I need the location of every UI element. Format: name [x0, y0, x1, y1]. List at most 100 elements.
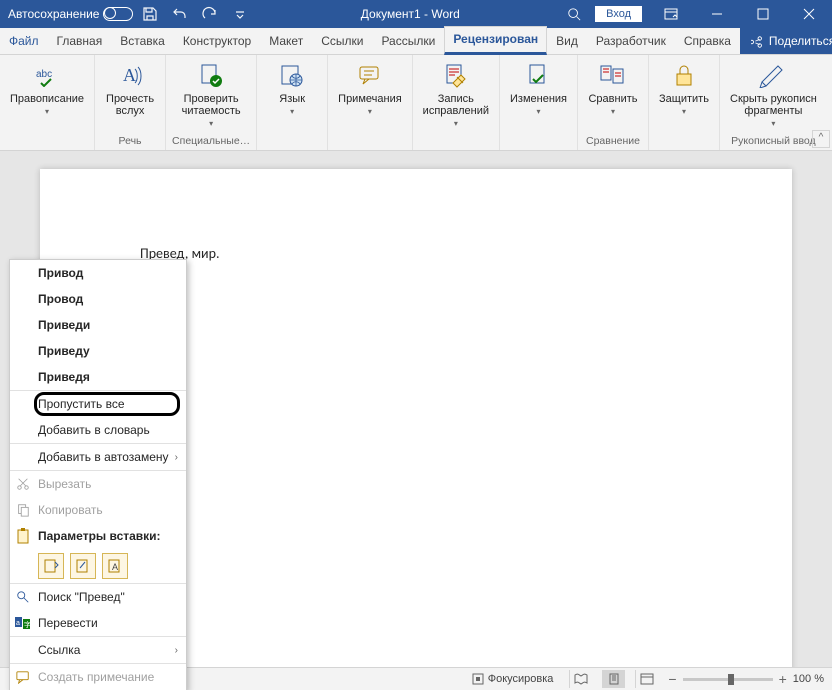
add-to-autocorrect-item[interactable]: Добавить в автозамену ›: [10, 443, 186, 470]
read-aloud-button[interactable]: A Прочесть вслух: [101, 59, 159, 119]
search-label: Поиск "Превед": [38, 590, 125, 604]
svg-text:字: 字: [24, 620, 31, 629]
paste-options-row: A: [10, 549, 186, 583]
group-changes: Изменения ▾: [500, 55, 578, 150]
submenu-arrow-icon: ›: [175, 645, 178, 656]
zoom-in-button[interactable]: +: [779, 671, 787, 687]
maximize-button[interactable]: [740, 0, 786, 28]
track-changes-button[interactable]: Запись исправлений ▾: [419, 59, 493, 130]
share-icon: [751, 35, 765, 49]
tab-view[interactable]: Вид: [547, 28, 587, 54]
language-icon: [276, 61, 308, 91]
search-item[interactable]: Поиск "Превед": [10, 583, 186, 610]
qat-dropdown-icon[interactable]: [227, 0, 253, 28]
read-aloud-label: Прочесть вслух: [106, 93, 154, 117]
share-label: Поделиться: [769, 29, 832, 54]
paste-merge-formatting[interactable]: [70, 553, 96, 579]
minimize-button[interactable]: [694, 0, 740, 28]
collapse-ribbon-icon[interactable]: ^: [812, 130, 830, 148]
clipboard-icon: [14, 527, 32, 545]
group-label: Рукописный ввод: [731, 134, 816, 150]
spellcheck-context-menu: Привод Провод Приведи Приведу Приведя Пр…: [9, 259, 187, 690]
add-to-dictionary-item[interactable]: Добавить в словарь: [10, 417, 186, 443]
paste-keep-formatting[interactable]: [38, 553, 64, 579]
suggestion-4[interactable]: Приведу: [10, 338, 186, 364]
autocorrect-label: Добавить в автозамену: [38, 450, 169, 464]
paste-text-only[interactable]: A: [102, 553, 128, 579]
tab-review[interactable]: Рецензирован: [444, 26, 547, 55]
language-label: Язык: [279, 93, 305, 105]
translate-label: Перевести: [38, 616, 98, 630]
changes-icon: [523, 61, 555, 91]
tab-file[interactable]: Файл: [0, 28, 48, 54]
chevron-down-icon: ▾: [209, 119, 213, 128]
tab-insert[interactable]: Вставка: [111, 28, 174, 54]
group-label: Сравнение: [586, 134, 640, 150]
focus-mode[interactable]: Фокусировка: [466, 673, 560, 685]
redo-icon[interactable]: [197, 0, 223, 28]
suggestion-2[interactable]: Провод: [10, 286, 186, 312]
suggestion-3[interactable]: Приведи: [10, 312, 186, 338]
ribbon: abc Правописание ▾ A Прочесть вслух Речь: [0, 55, 832, 151]
paste-options-label: Параметры вставки:: [10, 523, 186, 549]
save-icon[interactable]: [137, 0, 163, 28]
ribbon-tabs: Файл Главная Вставка Конструктор Макет С…: [0, 28, 832, 55]
protect-button[interactable]: Защитить ▾: [655, 59, 713, 118]
zoom-out-button[interactable]: −: [668, 671, 676, 687]
search-icon[interactable]: [559, 7, 589, 21]
web-layout-view[interactable]: [635, 670, 658, 688]
chevron-down-icon: ▾: [682, 107, 686, 116]
compare-label: Сравнить: [588, 93, 637, 105]
tab-mailings[interactable]: Рассылки: [372, 28, 444, 54]
svg-text:A: A: [112, 562, 118, 572]
lock-icon: [668, 61, 700, 91]
compare-button[interactable]: Сравнить ▾: [584, 59, 642, 118]
svg-text:A: A: [123, 65, 136, 85]
search-icon: [14, 588, 32, 606]
changes-button[interactable]: Изменения ▾: [506, 59, 571, 118]
group-language: Язык ▾: [257, 55, 328, 150]
copy-icon: [14, 501, 32, 519]
hide-ink-label: Скрыть рукописн фрагменты: [730, 93, 817, 117]
zoom-slider[interactable]: [683, 678, 773, 681]
print-layout-view[interactable]: [602, 670, 625, 688]
suggestion-1[interactable]: Привод: [10, 260, 186, 286]
group-protect: Защитить ▾: [649, 55, 720, 150]
tab-references[interactable]: Ссылки: [312, 28, 372, 54]
share-button[interactable]: Поделиться: [740, 28, 832, 54]
comments-button[interactable]: Примечания ▾: [334, 59, 406, 118]
tab-developer[interactable]: Разработчик: [587, 28, 675, 54]
undo-icon[interactable]: [167, 0, 193, 28]
doc-rest: , мир.: [185, 245, 220, 262]
chevron-down-icon: ▾: [536, 107, 540, 116]
track-changes-icon: [440, 61, 472, 91]
autosave-toggle[interactable]: Автосохранение: [8, 7, 133, 21]
titlebar-right: Вход: [559, 0, 832, 28]
read-mode-view[interactable]: [569, 670, 592, 688]
new-comment-item[interactable]: Создать примечание: [10, 663, 186, 690]
hide-ink-button[interactable]: Скрыть рукописн фрагменты ▾: [726, 59, 821, 130]
suggestion-5[interactable]: Приведя: [10, 364, 186, 390]
close-button[interactable]: [786, 0, 832, 28]
link-item[interactable]: Ссылка ›: [10, 636, 186, 663]
chevron-down-icon: ▾: [454, 119, 458, 128]
toggle-switch-icon: [103, 7, 133, 21]
translate-item[interactable]: а字 Перевести: [10, 610, 186, 636]
changes-label: Изменения: [510, 93, 567, 105]
tab-home[interactable]: Главная: [48, 28, 112, 54]
comments-icon: [354, 61, 386, 91]
translate-icon: а字: [14, 614, 32, 632]
spelling-button[interactable]: abc Правописание ▾: [6, 59, 88, 118]
tab-design[interactable]: Конструктор: [174, 28, 260, 54]
paste-options-text: Параметры вставки:: [38, 529, 161, 543]
group-speech: A Прочесть вслух Речь: [95, 55, 166, 150]
ignore-all-item[interactable]: Пропустить все: [10, 390, 186, 417]
language-button[interactable]: Язык ▾: [263, 59, 321, 118]
window-title: Документ1 - Word: [261, 7, 559, 21]
ribbon-display-options-icon[interactable]: [648, 0, 694, 28]
tab-help[interactable]: Справка: [675, 28, 740, 54]
tab-layout[interactable]: Макет: [260, 28, 312, 54]
zoom-level[interactable]: 100 %: [793, 673, 824, 685]
login-button[interactable]: Вход: [595, 6, 642, 22]
check-accessibility-button[interactable]: Проверить читаемость ▾: [178, 59, 245, 130]
